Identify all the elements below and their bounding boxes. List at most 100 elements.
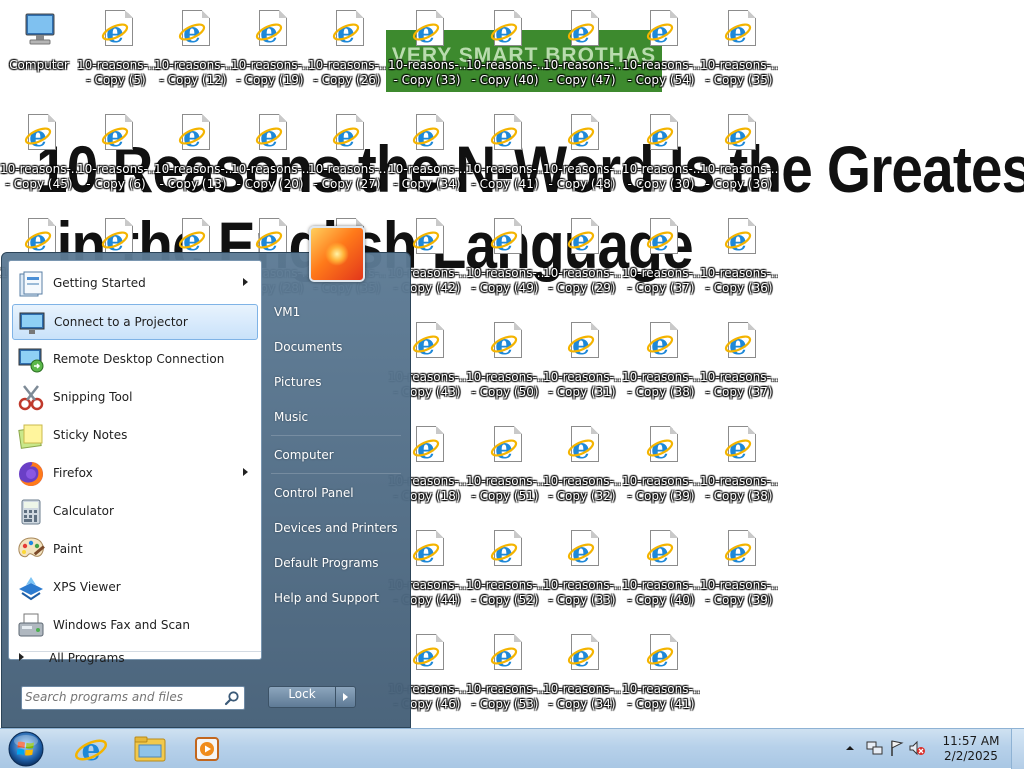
start-menu-item[interactable]: Windows Fax and Scan — [12, 608, 258, 644]
desktop-icon-file[interactable]: e 10-reasons-... - Copy (36) — [700, 112, 778, 202]
start-search-box[interactable] — [21, 686, 245, 710]
desktop-icon-file[interactable]: e 10-reasons-... - Copy (38) — [700, 424, 778, 514]
svg-text:e: e — [651, 640, 669, 670]
ie-document-icon: e — [723, 530, 757, 570]
start-menu-link-label: Devices and Printers — [274, 521, 398, 535]
start-menu-item[interactable]: Sticky Notes — [12, 418, 258, 454]
desktop-icon-file[interactable]: e 10-reasons-... - Copy (29) — [543, 216, 621, 306]
desktop-icon-label-line1: 10-reasons-... — [700, 266, 778, 280]
desktop-icon-file[interactable]: e 10-reasons-... - Copy (54) — [622, 8, 700, 98]
start-menu-link[interactable]: Music — [267, 402, 407, 432]
desktop-icon-label: 10-reasons-... - Copy (36) — [700, 162, 778, 192]
desktop-icon-file[interactable]: e 10-reasons-... - Copy (33) — [543, 528, 621, 618]
getting-started-icon — [16, 269, 46, 299]
desktop-icon-file[interactable]: e 10-reasons-... - Copy (49) — [466, 216, 544, 306]
desktop-icon-label: 10-reasons-... - Copy (36) — [700, 266, 778, 296]
volume-muted-icon[interactable] — [909, 740, 925, 756]
desktop-icon-file[interactable]: e 10-reasons-... - Copy (51) — [466, 424, 544, 514]
submenu-arrow-icon[interactable] — [243, 278, 248, 286]
desktop-icon-file[interactable]: e 10-reasons-... - Copy (26) — [308, 8, 386, 98]
start-menu-link[interactable]: Devices and Printers — [267, 513, 407, 543]
ie-document-icon: e — [566, 114, 600, 154]
desktop-icon-file[interactable]: e 10-reasons-... - Copy (32) — [543, 424, 621, 514]
lock-button[interactable]: Lock — [268, 686, 356, 708]
start-search-input[interactable] — [25, 689, 215, 705]
show-hidden-icons-arrow[interactable] — [846, 746, 854, 750]
desktop-icon-file[interactable]: e 10-reasons-... - Copy (45) — [0, 112, 78, 202]
desktop-icon-file[interactable]: e 10-reasons-... - Copy (30) — [622, 112, 700, 202]
desktop-icon-file[interactable]: e 10-reasons-... - Copy (6) — [77, 112, 155, 202]
desktop-icon-file[interactable]: e 10-reasons-... - Copy (33) — [388, 8, 466, 98]
start-menu-item[interactable]: Getting Started — [12, 266, 258, 302]
desktop-icon-file[interactable]: e 10-reasons-... - Copy (31) — [543, 320, 621, 410]
taskbar-media-player-button[interactable] — [180, 731, 234, 767]
all-programs-button[interactable]: All Programs — [9, 646, 259, 670]
svg-text:e: e — [417, 224, 435, 254]
start-menu-item[interactable]: Remote Desktop Connection — [12, 342, 258, 378]
desktop-icon-file[interactable]: e 10-reasons-... - Copy (47) — [543, 8, 621, 98]
desktop-icon-file[interactable]: e 10-reasons-... - Copy (40) — [466, 8, 544, 98]
start-menu-link[interactable]: Control Panel — [267, 478, 407, 508]
desktop-icon-file[interactable]: e 10-reasons-... - Copy (53) — [466, 632, 544, 722]
projector-icon — [17, 308, 47, 338]
desktop-icon-file[interactable]: e 10-reasons-... - Copy (34) — [543, 632, 621, 722]
start-menu-item-label: Sticky Notes — [53, 428, 128, 442]
ie-document-icon: e — [566, 426, 600, 466]
desktop-icon-file[interactable]: e 10-reasons-... - Copy (50) — [466, 320, 544, 410]
desktop-icon-file[interactable]: e 10-reasons-... - Copy (39) — [622, 424, 700, 514]
desktop-icon-file[interactable]: e 10-reasons-... - Copy (41) — [466, 112, 544, 202]
desktop-icon-file[interactable]: e 10-reasons-... - Copy (52) — [466, 528, 544, 618]
desktop-icon-file[interactable]: e 10-reasons-... - Copy (48) — [543, 112, 621, 202]
start-menu-link[interactable]: Documents — [267, 332, 407, 362]
desktop-icon-file[interactable]: e 10-reasons-... - Copy (20) — [231, 112, 309, 202]
shutdown-options-arrow-icon[interactable] — [335, 687, 356, 707]
start-menu-item[interactable]: Paint — [12, 532, 258, 568]
desktop-icon-file[interactable]: e 10-reasons-... - Copy (40) — [622, 528, 700, 618]
desktop-icon-label-line2: - Copy (36) — [705, 281, 773, 295]
start-menu-item[interactable]: Connect to a Projector — [12, 304, 258, 340]
desktop-icon-label-line2: - Copy (45) — [5, 177, 73, 191]
desktop-icon-computer[interactable]: Computer — [0, 8, 78, 98]
desktop-icon-file[interactable]: e 10-reasons-... - Copy (13) — [154, 112, 232, 202]
start-menu-item[interactable]: Calculator — [12, 494, 258, 530]
start-menu-link[interactable]: VM1 — [267, 297, 407, 327]
desktop-icon-file[interactable]: e 10-reasons-... - Copy (39) — [700, 528, 778, 618]
start-menu-item-label: XPS Viewer — [53, 580, 121, 594]
ie-document-icon: e — [723, 322, 757, 362]
show-desktop-button[interactable] — [1011, 729, 1024, 769]
start-menu-link[interactable]: Computer — [267, 440, 407, 470]
desktop-icon-label-line1: 10-reasons-... — [700, 474, 778, 488]
desktop-icon-file[interactable]: e 10-reasons-... - Copy (37) — [700, 320, 778, 410]
start-menu-item[interactable]: Snipping Tool — [12, 380, 258, 416]
network-icon[interactable] — [866, 741, 883, 755]
desktop-icon-file[interactable]: e 10-reasons-...- Copy (35) — [700, 8, 778, 98]
start-menu-item[interactable]: XPS Viewer — [12, 570, 258, 606]
svg-text:e: e — [651, 432, 669, 462]
desktop-icon-file[interactable]: e 10-reasons-... - Copy (38) — [622, 320, 700, 410]
start-menu-link[interactable]: Help and Support — [267, 583, 407, 613]
start-menu-link[interactable]: Default Programs — [267, 548, 407, 578]
submenu-arrow-icon[interactable] — [243, 468, 248, 476]
start-menu-programs-pane: Getting Started Connect to a Projector Rem… — [8, 260, 262, 660]
desktop-icon-file[interactable]: e 10-reasons-... - Copy (37) — [622, 216, 700, 306]
desktop-icon-file[interactable]: e 10-reasons-... - Copy (12) — [154, 8, 232, 98]
clock-time: 11:57 AM — [942, 734, 1000, 748]
desktop-icon-file[interactable]: e 10-reasons-... - Copy (27) — [308, 112, 386, 202]
desktop-icon-file[interactable]: e 10-reasons-... - Copy (41) — [622, 632, 700, 722]
desktop-icon-file[interactable]: e 10-reasons-... - Copy (34) — [388, 112, 466, 202]
svg-text:e: e — [651, 224, 669, 254]
desktop-icon-file[interactable]: e 10-reasons-... - Copy (36) — [700, 216, 778, 306]
desktop-icon-file[interactable]: e 10-reasons-... - Copy (5) — [77, 8, 155, 98]
taskbar-explorer-button[interactable] — [122, 731, 176, 767]
search-icon[interactable] — [224, 690, 240, 706]
desktop-icon-file[interactable]: e 10-reasons-... - Copy (19) — [231, 8, 309, 98]
desktop-icon-label: 10-reasons-... - Copy (20) — [231, 162, 309, 192]
system-clock[interactable]: 11:57 AM 2/2/2025 — [932, 734, 1010, 764]
start-orb-icon[interactable] — [6, 730, 46, 768]
user-picture[interactable] — [309, 226, 365, 282]
action-center-flag-icon[interactable] — [891, 740, 904, 756]
desktop-icon-label: Computer — [0, 58, 78, 73]
start-menu-item[interactable]: Firefox — [12, 456, 258, 492]
taskbar-ie-button[interactable]: e — [64, 731, 118, 768]
start-menu-link[interactable]: Pictures — [267, 367, 407, 397]
